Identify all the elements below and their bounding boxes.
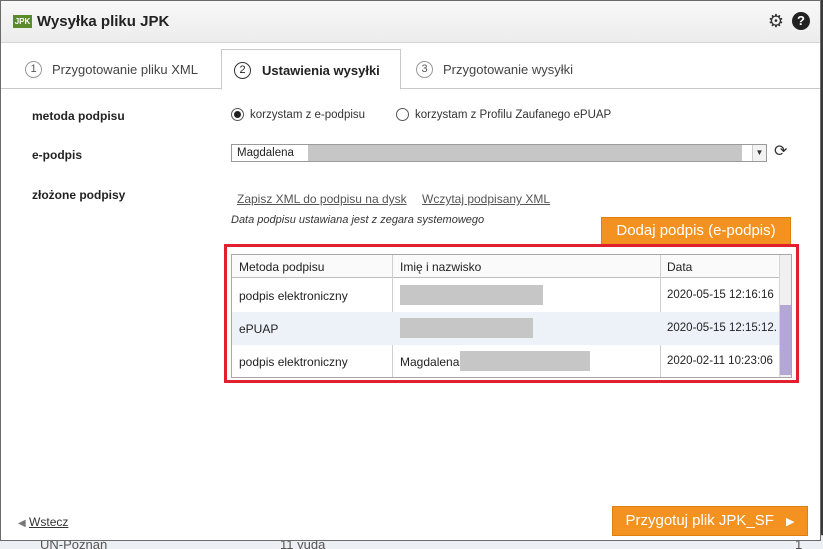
save-xml-link[interactable]: Zapisz XML do podpisu na dysk — [237, 192, 407, 206]
tab-number: 2 — [234, 62, 251, 79]
column-header-name[interactable]: Imię i nazwisko — [400, 260, 481, 274]
tab-label: Przygotowanie wysyłki — [443, 62, 574, 77]
title-bar: JPK Wysyłka pliku JPK ⚙ ? — [1, 1, 820, 43]
refresh-icon[interactable]: ⟳ — [774, 143, 787, 161]
redacted-block — [460, 351, 590, 371]
cell-date: 2020-02-11 10:23:06 — [667, 355, 773, 367]
cell-method: ePUAP — [239, 322, 279, 336]
radio-label: korzystam z Profilu Zaufanego ePUAP — [415, 108, 612, 121]
tab-label: Ustawienia wysyłki — [262, 63, 380, 78]
tab-send-settings[interactable]: 2 Ustawienia wysyłki — [221, 49, 401, 90]
signatures-label: złożone podpisy — [32, 188, 126, 202]
cell-date: 2020-05-15 12:15:12. — [667, 322, 777, 334]
dialog-title: Wysyłka pliku JPK — [37, 13, 170, 30]
tab-label: Przygotowanie pliku XML — [52, 62, 198, 77]
tab-number: 3 — [416, 61, 433, 78]
radio-epuap-profile[interactable]: korzystam z Profilu Zaufanego ePUAP — [396, 108, 611, 121]
redacted-block — [308, 145, 742, 161]
back-label: Wstecz — [29, 515, 69, 529]
radio-button[interactable] — [396, 108, 409, 121]
prepare-jpk-sf-button[interactable]: Przygotuj plik JPK_SF ▶ — [612, 506, 808, 536]
table-row[interactable]: podpis elektroniczny Magdalena 2020-02-1… — [232, 345, 779, 378]
column-header-date[interactable]: Data — [667, 260, 692, 274]
chevron-down-icon[interactable]: ▼ — [752, 145, 766, 161]
e-signature-value: Magdalena — [237, 147, 294, 159]
scrollbar-thumb[interactable] — [780, 305, 791, 375]
wizard-tabs: 1 Przygotowanie pliku XML 2 Ustawienia w… — [1, 49, 820, 90]
cell-date: 2020-05-15 12:16:16 — [667, 289, 774, 301]
cell-method: podpis elektroniczny — [239, 289, 348, 303]
tab-number: 1 — [25, 61, 42, 78]
radio-button-checked[interactable] — [231, 108, 244, 121]
e-signature-select[interactable]: Magdalena ▼ — [231, 144, 767, 162]
table-row[interactable]: podpis elektroniczny 2020-05-15 12:16:16 — [232, 279, 779, 312]
radio-label: korzystam z e-podpisu — [250, 108, 366, 121]
cell-method: podpis elektroniczny — [239, 355, 348, 369]
e-signature-label: e-podpis — [32, 148, 82, 162]
tab-xml-preparation[interactable]: 1 Przygotowanie pliku XML — [25, 49, 210, 89]
triangle-left-icon: ◀ — [18, 518, 26, 529]
add-signature-button[interactable]: Dodaj podpis (e-podpis) — [601, 217, 791, 245]
back-link[interactable]: ◀ Wstecz — [18, 515, 68, 529]
triangle-right-icon: ▶ — [786, 516, 795, 528]
redacted-block — [400, 318, 533, 338]
load-signed-xml-link[interactable]: Wczytaj podpisany XML — [422, 192, 550, 206]
redacted-block — [400, 285, 543, 305]
signature-method-label: metoda podpisu — [32, 109, 125, 123]
tab-send-preparation[interactable]: 3 Przygotowanie wysyłki — [416, 49, 591, 89]
radio-e-signature[interactable]: korzystam z e-podpisu — [231, 108, 365, 121]
column-header-method[interactable]: Metoda podpisu — [239, 260, 324, 274]
table-header: Metoda podpisu Imię i nazwisko Data — [232, 255, 791, 278]
table-scrollbar[interactable] — [779, 255, 791, 377]
help-icon[interactable]: ? — [792, 12, 810, 30]
signature-date-note: Data podpisu ustawiana jest z zegara sys… — [231, 214, 485, 226]
gear-icon[interactable]: ⚙ — [768, 12, 784, 30]
cell-name: Magdalena — [400, 355, 460, 369]
prepare-button-label: Przygotuj plik JPK_SF — [625, 512, 774, 529]
table-row[interactable]: ePUAP 2020-05-15 12:15:12. — [232, 312, 779, 345]
signatures-table: Metoda podpisu Imię i nazwisko Data podp… — [231, 254, 792, 378]
jpk-send-dialog: JPK Wysyłka pliku JPK ⚙ ? 1 Przygotowani… — [0, 0, 821, 541]
jpk-logo: JPK — [13, 15, 32, 28]
